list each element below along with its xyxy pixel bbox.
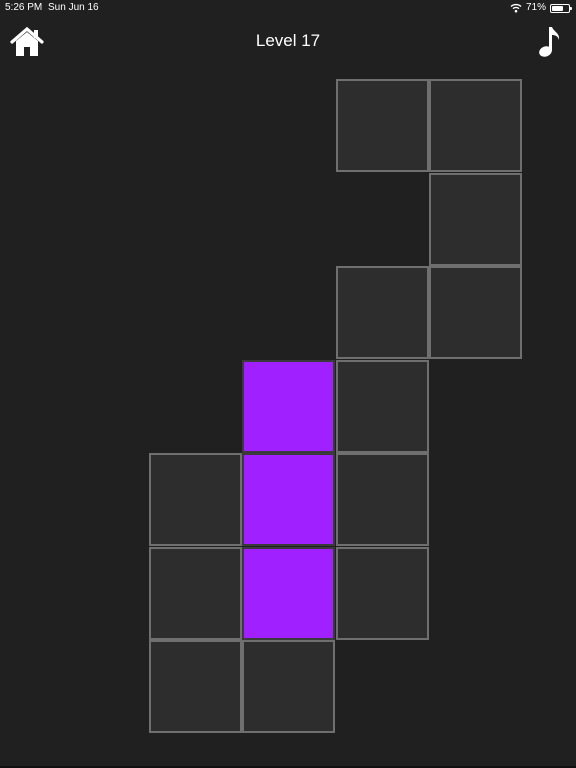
game-screen: 5:26 PM Sun Jun 16 71% Level 17 bbox=[0, 0, 576, 768]
tile-empty[interactable] bbox=[336, 360, 429, 453]
game-board bbox=[0, 0, 576, 768]
tile-empty[interactable] bbox=[336, 547, 429, 640]
tile-empty[interactable] bbox=[149, 640, 242, 733]
tile-empty[interactable] bbox=[242, 640, 335, 733]
tile-filled[interactable] bbox=[242, 360, 335, 453]
tile-empty[interactable] bbox=[429, 173, 522, 266]
tile-empty[interactable] bbox=[336, 453, 429, 546]
tile-empty[interactable] bbox=[149, 453, 242, 546]
tile-filled[interactable] bbox=[242, 547, 335, 640]
tile-empty[interactable] bbox=[149, 547, 242, 640]
tile-filled[interactable] bbox=[242, 453, 335, 546]
tile-empty[interactable] bbox=[336, 266, 429, 359]
tile-empty[interactable] bbox=[429, 79, 522, 172]
tile-empty[interactable] bbox=[429, 266, 522, 359]
tile-empty[interactable] bbox=[336, 79, 429, 172]
